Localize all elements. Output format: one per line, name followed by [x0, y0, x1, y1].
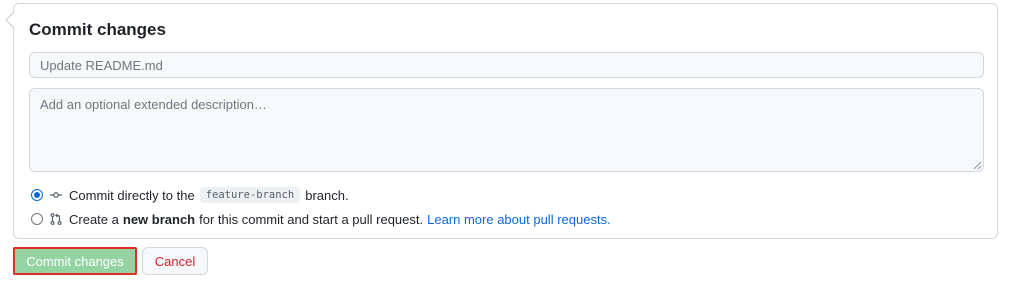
commit-direct-suffix: branch.: [305, 187, 349, 203]
commit-summary-input[interactable]: [29, 52, 984, 78]
commit-changes-button[interactable]: Commit changes: [13, 247, 137, 275]
commit-form-panel: Commit changes Commit directly to the fe…: [13, 3, 998, 239]
git-pull-request-icon: [50, 213, 62, 225]
git-commit-icon: [49, 192, 63, 198]
new-branch-label-suffix: for this commit and start a pull request…: [199, 211, 424, 227]
resize-grip-icon[interactable]: [972, 160, 982, 170]
commit-direct-radio[interactable]: [31, 189, 43, 201]
new-branch-label-prefix: Create a: [69, 211, 119, 227]
new-branch-option[interactable]: Create a new branch for this commit and …: [31, 209, 611, 229]
branch-name-badge: feature-branch: [199, 187, 301, 203]
new-branch-radio[interactable]: [31, 213, 43, 225]
cancel-button[interactable]: Cancel: [142, 247, 208, 275]
commit-direct-option[interactable]: Commit directly to the feature-branch br…: [31, 185, 349, 205]
commit-description-textarea[interactable]: [29, 88, 984, 172]
learn-more-pull-requests-link[interactable]: Learn more about pull requests.: [427, 212, 611, 227]
panel-caret-fill: [7, 13, 14, 27]
new-branch-label-bold: new branch: [122, 211, 196, 227]
commit-direct-label: Commit directly to the: [69, 187, 195, 203]
commit-form-title: Commit changes: [29, 20, 166, 39]
